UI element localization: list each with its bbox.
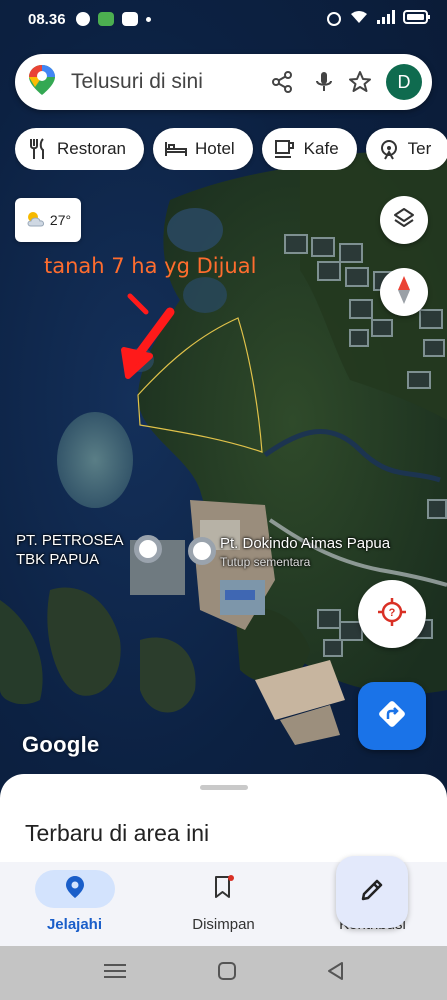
status-bar: 08.36 xyxy=(0,0,447,38)
nav-label: Disimpan xyxy=(192,916,255,933)
place-pin-petrosea[interactable] xyxy=(134,535,162,563)
back-icon[interactable] xyxy=(326,961,346,986)
coffee-cup-icon xyxy=(274,138,296,160)
place-label-petrosea[interactable]: PT. PETROSEA TBK PAPUA xyxy=(16,531,124,569)
edit-fab[interactable] xyxy=(336,856,408,928)
bookmark-icon xyxy=(213,875,235,903)
attraction-icon xyxy=(378,138,400,160)
menu-icon[interactable] xyxy=(102,962,128,985)
directions-button[interactable] xyxy=(358,682,426,750)
temperature: 27° xyxy=(49,212,72,228)
handwritten-annotation: tanah 7 ha yg Dijual xyxy=(44,254,257,278)
chip-label: Ter xyxy=(407,139,432,158)
sms-icon xyxy=(97,12,114,26)
chip-label: Kafe xyxy=(303,139,339,158)
share-icon[interactable] xyxy=(264,64,300,100)
google-attribution: Google xyxy=(22,732,100,757)
location-unknown-icon: ? xyxy=(377,597,407,632)
layers-icon xyxy=(392,206,416,235)
chip-label: Restoran xyxy=(57,139,126,158)
fork-knife-icon xyxy=(27,138,49,160)
place-pin-dokindo[interactable] xyxy=(188,537,216,565)
battery-icon xyxy=(403,10,431,28)
nav-jelajahi[interactable]: Jelajahi xyxy=(0,862,149,946)
compass-icon xyxy=(394,275,414,310)
place-status: Tutup sementara xyxy=(220,555,311,569)
search-bar[interactable]: Telusuri di sini D xyxy=(15,54,432,110)
youtube-icon xyxy=(121,12,138,26)
chip-label: Hotel xyxy=(194,139,235,158)
search-placeholder[interactable]: Telusuri di sini xyxy=(71,70,258,94)
nav-pill xyxy=(184,870,264,908)
bed-icon xyxy=(164,138,187,160)
star-icon[interactable] xyxy=(342,64,378,100)
category-chips: Restoran Hotel Kafe Ter xyxy=(15,128,447,170)
pencil-icon xyxy=(359,877,385,908)
dot-icon xyxy=(145,16,151,22)
directions-icon xyxy=(377,699,407,734)
place-label-dokindo[interactable]: Pt. Dokindo Aimas Papua Tutup sementara xyxy=(220,534,390,572)
location-pin-icon xyxy=(65,875,85,903)
status-time: 08.36 xyxy=(28,10,66,28)
compass-button[interactable] xyxy=(380,268,428,316)
signal-icon xyxy=(377,10,395,28)
partly-cloudy-icon xyxy=(25,210,47,231)
alarm-icon xyxy=(327,12,341,26)
chip-atraksi[interactable]: Ter xyxy=(365,128,447,170)
chip-restoran[interactable]: Restoran xyxy=(15,128,144,170)
chip-kafe[interactable]: Kafe xyxy=(261,128,357,170)
nav-active-pill xyxy=(34,870,115,908)
microphone-icon[interactable] xyxy=(306,64,342,100)
messenger-icon xyxy=(75,12,90,26)
layers-button[interactable] xyxy=(380,196,428,244)
avatar[interactable]: D xyxy=(386,64,422,100)
place-name-line1: PT. PETROSEA xyxy=(16,532,124,549)
my-location-button[interactable]: ? xyxy=(358,580,426,648)
weather-badge[interactable]: 27° xyxy=(15,198,81,242)
svg-text:?: ? xyxy=(389,607,396,619)
wifi-icon xyxy=(349,10,369,28)
place-name-line2: TBK PAPUA xyxy=(16,551,100,568)
drag-handle[interactable] xyxy=(199,785,248,790)
sheet-title: Terbaru di area ini xyxy=(25,820,210,846)
chip-hotel[interactable]: Hotel xyxy=(152,128,253,170)
bottom-sheet[interactable]: Terbaru di area ini xyxy=(0,774,447,869)
nav-label: Jelajahi xyxy=(46,916,103,933)
maps-logo-icon[interactable] xyxy=(27,63,57,102)
nav-disimpan[interactable]: Disimpan xyxy=(149,862,298,946)
system-navigation-bar xyxy=(0,946,447,1000)
home-icon[interactable] xyxy=(216,961,238,986)
place-name: Pt. Dokindo Aimas Papua xyxy=(220,535,391,552)
